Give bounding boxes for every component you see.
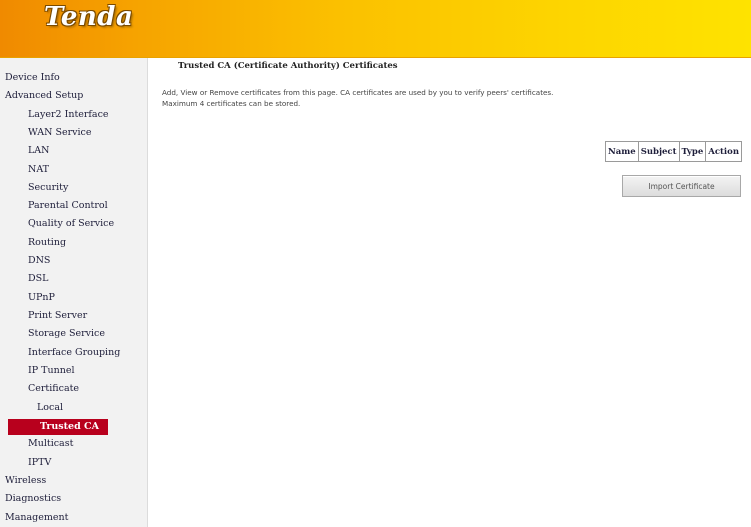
table-header-row: Name Subject Type Action	[605, 141, 743, 162]
sidebar-item-iptv[interactable]: IPTV	[0, 455, 51, 471]
column-header-subject: Subject	[637, 141, 680, 162]
sidebar-item-local[interactable]: Local	[0, 400, 63, 416]
sidebar-item-advanced-setup[interactable]: Advanced Setup	[0, 88, 83, 104]
sidebar-nav: Device Info Advanced Setup Layer2 Interf…	[0, 58, 148, 527]
sidebar-item-dns[interactable]: DNS	[0, 253, 50, 269]
column-header-type: Type	[678, 141, 707, 162]
certificate-table: Name Subject Type Action	[605, 141, 743, 162]
sidebar-item-routing[interactable]: Routing	[0, 235, 66, 251]
sidebar-item-interface-grouping[interactable]: Interface Grouping	[0, 345, 120, 361]
tenda-logo: Tenda	[44, 2, 134, 32]
sidebar-item-lan[interactable]: LAN	[0, 143, 49, 159]
page-description: Add, View or Remove certificates from th…	[162, 87, 553, 109]
sidebar-item-diagnostics[interactable]: Diagnostics	[0, 491, 61, 507]
main-content: Trusted CA (Certificate Authority) Certi…	[162, 58, 751, 527]
sidebar-item-upnp[interactable]: UPnP	[0, 290, 55, 306]
import-certificate-button[interactable]: Import Certificate	[622, 175, 741, 197]
description-line: Maximum 4 certificates can be stored.	[162, 99, 301, 108]
description-line: Add, View or Remove certificates from th…	[162, 88, 554, 97]
column-header-action: Action	[705, 141, 743, 162]
sidebar-item-dsl[interactable]: DSL	[0, 271, 48, 287]
sidebar-item-management[interactable]: Management	[0, 510, 68, 526]
sidebar-item-parental-control[interactable]: Parental Control	[0, 198, 108, 214]
sidebar-item-quality-of-service[interactable]: Quality of Service	[0, 216, 114, 232]
header-banner: Tenda	[0, 0, 751, 58]
sidebar-item-print-server[interactable]: Print Server	[0, 308, 87, 324]
sidebar-item-nat[interactable]: NAT	[0, 162, 49, 178]
column-header-name: Name	[605, 141, 639, 162]
sidebar-item-certificate[interactable]: Certificate	[0, 381, 79, 397]
sidebar-item-security[interactable]: Security	[0, 180, 68, 196]
sidebar-item-multicast[interactable]: Multicast	[0, 436, 73, 452]
sidebar-item-ip-tunnel[interactable]: IP Tunnel	[0, 363, 75, 379]
sidebar-item-device-info[interactable]: Device Info	[0, 70, 60, 86]
page-title: Trusted CA (Certificate Authority) Certi…	[178, 61, 398, 71]
sidebar-item-wireless[interactable]: Wireless	[0, 473, 46, 489]
sidebar-item-wan-service[interactable]: WAN Service	[0, 125, 92, 141]
sidebar-item-storage-service[interactable]: Storage Service	[0, 326, 105, 342]
sidebar-item-trusted-ca[interactable]: Trusted CA	[8, 419, 108, 435]
sidebar-item-layer2-interface[interactable]: Layer2 Interface	[0, 107, 109, 123]
